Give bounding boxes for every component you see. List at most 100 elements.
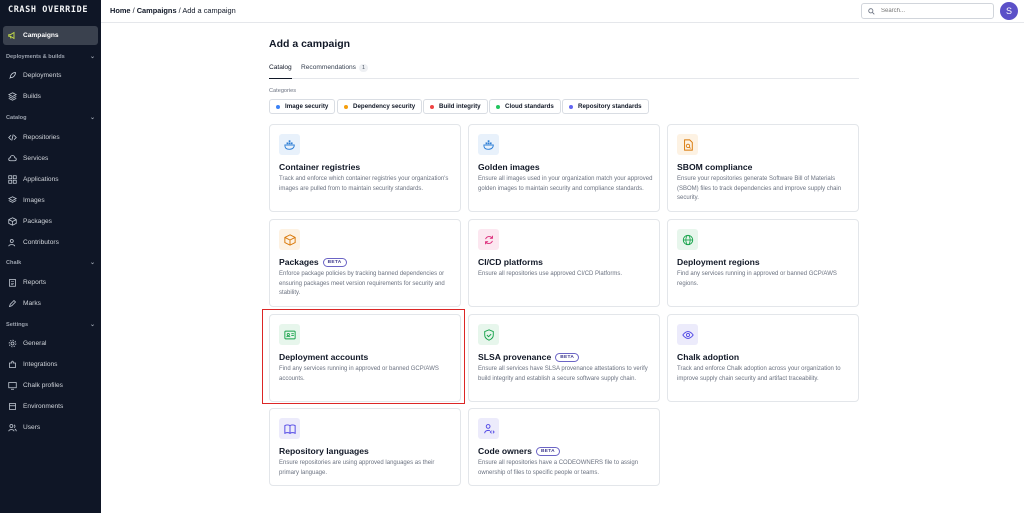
- sidebar-item-label: Campaigns: [23, 32, 59, 39]
- sidebar-item-label: Services: [23, 155, 49, 162]
- sidebar-item-label: Contributors: [23, 239, 59, 246]
- card-title: Chalk adoption: [677, 352, 740, 362]
- section-catalog[interactable]: Catalog ⌄: [6, 114, 95, 122]
- campaign-card-container-registries[interactable]: Container registries Track and enforce w…: [269, 124, 461, 212]
- package-icon: [8, 217, 17, 226]
- environment-icon: [8, 402, 17, 411]
- sidebar-item-packages[interactable]: Packages: [3, 212, 98, 231]
- search-input[interactable]: [881, 8, 991, 14]
- refresh-icon: [478, 229, 499, 250]
- docker-icon: [478, 134, 499, 155]
- sidebar-item-applications[interactable]: Applications: [3, 170, 98, 189]
- cloud-icon: [8, 154, 17, 163]
- chevron-down-icon: ⌄: [89, 322, 95, 328]
- chip-label: Dependency security: [353, 103, 416, 110]
- sidebar-item-label: Repositories: [23, 134, 60, 141]
- sidebar-item-campaigns[interactable]: Campaigns: [3, 26, 98, 45]
- selection-highlight: [262, 309, 465, 404]
- beta-badge: BETA: [555, 352, 580, 362]
- sidebar-item-services[interactable]: Services: [3, 149, 98, 168]
- campaign-card-slsa-provenance[interactable]: SLSA provenance BETA Ensure all services …: [468, 314, 660, 402]
- section-chalk[interactable]: Chalk ⌄: [6, 259, 95, 267]
- shield-check-icon: [478, 324, 499, 345]
- tab-recommendations[interactable]: Recommendations 1: [301, 64, 369, 79]
- sidebar-item-label: Integrations: [23, 361, 58, 368]
- chevron-down-icon: ⌄: [89, 260, 95, 266]
- card-description: Ensure all services have SLSA provenance…: [478, 366, 648, 382]
- search-box[interactable]: [861, 3, 994, 19]
- sidebar-item-deployments[interactable]: Deployments: [3, 66, 98, 85]
- category-chip-repository-standards[interactable]: Repository standards: [562, 99, 649, 114]
- categories-label: Categories: [269, 88, 297, 94]
- section-deployments-builds[interactable]: Deployments & builds ⌄: [6, 53, 95, 61]
- sidebar-item-label: Chalk profiles: [23, 382, 63, 389]
- chip-label: Build integrity: [439, 103, 481, 110]
- users-icon: [8, 238, 17, 247]
- sidebar-item-label: Environments: [23, 403, 64, 410]
- sidebar-item-marks[interactable]: Marks: [3, 294, 98, 313]
- layers-icon: [8, 196, 17, 205]
- category-chip-build-integrity[interactable]: Build integrity: [423, 99, 488, 114]
- card-title: SLSA provenance BETA: [478, 352, 580, 362]
- card-description: Ensure all images used in your organizat…: [478, 176, 653, 192]
- grid-icon: [8, 175, 17, 184]
- chip-label: Repository standards: [578, 103, 642, 110]
- sidebar-item-environments[interactable]: Environments: [3, 397, 98, 416]
- category-dot: [496, 104, 500, 109]
- app-logo[interactable]: CRASH OVERRIDE: [8, 5, 88, 15]
- tab-label: Recommendations: [301, 64, 356, 71]
- campaign-card-cicd-platforms[interactable]: CI/CD platforms Ensure all repositories …: [468, 219, 660, 307]
- user-avatar[interactable]: S: [1000, 2, 1018, 20]
- rocket-icon: [8, 71, 17, 80]
- book-icon: [279, 418, 300, 439]
- campaign-card-code-owners[interactable]: Code owners BETA Ensure all repositories …: [468, 408, 660, 486]
- category-chip-image-security[interactable]: Image security: [269, 99, 336, 114]
- section-settings[interactable]: Settings ⌄: [6, 321, 95, 329]
- section-label: Chalk: [6, 259, 22, 266]
- card-description: Ensure all repositories use approved CI/…: [478, 271, 623, 277]
- page-title: Add a campaign: [269, 38, 351, 50]
- category-chip-cloud-standards[interactable]: Cloud standards: [489, 99, 561, 114]
- sidebar-item-label: General: [23, 340, 47, 347]
- campaign-card-deployment-regions[interactable]: Deployment regions Find any services run…: [667, 219, 859, 307]
- breadcrumb-current: Add a campaign: [182, 6, 236, 15]
- campaign-card-chalk-adoption[interactable]: Chalk adoption Track and enforce Chalk a…: [667, 314, 859, 402]
- sidebar-item-contributors[interactable]: Contributors: [3, 233, 98, 252]
- card-title: Repository languages: [279, 446, 369, 456]
- user-code-icon: [478, 418, 499, 439]
- campaign-card-sbom-compliance[interactable]: SBOM compliance Ensure your repositories…: [667, 124, 859, 212]
- sidebar-item-chalk-profiles[interactable]: Chalk profiles: [3, 376, 98, 395]
- sidebar-item-label: Builds: [23, 93, 41, 100]
- campaign-card-golden-images[interactable]: Golden images Ensure all images used in …: [468, 124, 660, 212]
- sidebar-item-users[interactable]: Users: [3, 418, 98, 437]
- category-dot: [276, 104, 280, 109]
- sidebar-item-integrations[interactable]: Integrations: [3, 355, 98, 374]
- breadcrumb-home[interactable]: Home: [110, 6, 131, 15]
- search-icon: [868, 2, 875, 20]
- sidebar-item-label: Packages: [23, 218, 52, 225]
- card-title: CI/CD platforms: [478, 257, 543, 267]
- card-title: Code owners BETA: [478, 446, 560, 456]
- pen-icon: [8, 299, 17, 308]
- chevron-down-icon: ⌄: [89, 54, 95, 60]
- tab-catalog[interactable]: Catalog: [269, 64, 292, 79]
- card-description: Track and enforce Chalk adoption across …: [677, 366, 841, 382]
- beta-badge: BETA: [535, 446, 560, 456]
- sidebar-item-repositories[interactable]: Repositories: [3, 128, 98, 147]
- category-chip-dependency-security[interactable]: Dependency security: [337, 99, 423, 114]
- sidebar-item-general[interactable]: General: [3, 334, 98, 353]
- sidebar-item-reports[interactable]: Reports: [3, 273, 98, 292]
- campaign-card-packages[interactable]: Packages BETA Enforce package policies by…: [269, 219, 461, 307]
- sidebar-item-label: Deployments: [23, 72, 62, 79]
- chip-label: Image security: [285, 103, 329, 110]
- sidebar-item-builds[interactable]: Builds: [3, 87, 98, 106]
- breadcrumb-campaigns[interactable]: Campaigns: [137, 6, 177, 15]
- card-title: Golden images: [478, 162, 540, 172]
- sidebar-item-label: Applications: [23, 176, 59, 183]
- package-icon: [279, 229, 300, 250]
- sidebar-item-images[interactable]: Images: [3, 191, 98, 210]
- clipboard-icon: [8, 278, 17, 287]
- campaign-card-repository-languages[interactable]: Repository languages Ensure repositories…: [269, 408, 461, 486]
- sidebar-item-label: Users: [23, 424, 41, 431]
- monitor-icon: [8, 381, 17, 390]
